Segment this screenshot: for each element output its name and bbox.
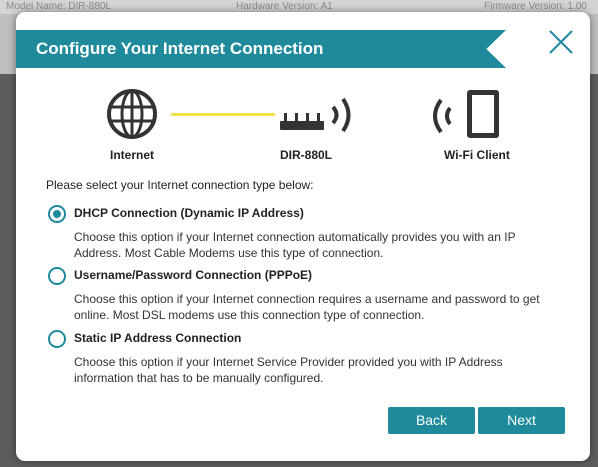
internet-label: Internet xyxy=(110,148,155,162)
router-icon xyxy=(280,97,351,133)
option-pppoe-description: Choose this option if your Internet conn… xyxy=(74,292,540,322)
option-pppoe[interactable]: Username/Password Connection (PPPoE) Cho… xyxy=(48,267,568,327)
connection-line xyxy=(171,113,275,116)
option-static-ip-label: Static IP Address Connection xyxy=(74,331,242,345)
option-pppoe-label: Username/Password Connection (PPPoE) xyxy=(74,268,313,282)
connection-type-prompt: Please select your Internet connection t… xyxy=(46,178,314,192)
radio-pppoe[interactable] xyxy=(48,267,66,285)
close-icon xyxy=(549,30,573,54)
option-dhcp-description: Choose this option if your Internet conn… xyxy=(74,230,516,260)
router-label: DIR-880L xyxy=(280,148,333,162)
option-dhcp-label: DHCP Connection (Dynamic IP Address) xyxy=(74,206,304,220)
next-button[interactable]: Next xyxy=(478,407,565,434)
option-static-ip-description: Choose this option if your Internet Serv… xyxy=(74,355,503,385)
wifi-client-label: Wi-Fi Client xyxy=(444,148,510,162)
globe-icon xyxy=(107,89,157,139)
radio-dhcp[interactable] xyxy=(48,205,66,223)
close-button[interactable] xyxy=(548,29,574,55)
wifi-client-icon xyxy=(433,90,499,138)
option-dhcp[interactable]: DHCP Connection (Dynamic IP Address) Cho… xyxy=(48,205,568,265)
configure-connection-dialog: Configure Your Internet Connection Inter… xyxy=(16,12,590,461)
back-button[interactable]: Back xyxy=(388,407,475,434)
dialog-title: Configure Your Internet Connection xyxy=(36,39,324,58)
dialog-title-bar: Configure Your Internet Connection xyxy=(16,30,506,68)
radio-static-ip[interactable] xyxy=(48,330,66,348)
option-static-ip[interactable]: Static IP Address Connection Choose this… xyxy=(48,330,568,390)
radio-selected-dot xyxy=(53,210,61,218)
